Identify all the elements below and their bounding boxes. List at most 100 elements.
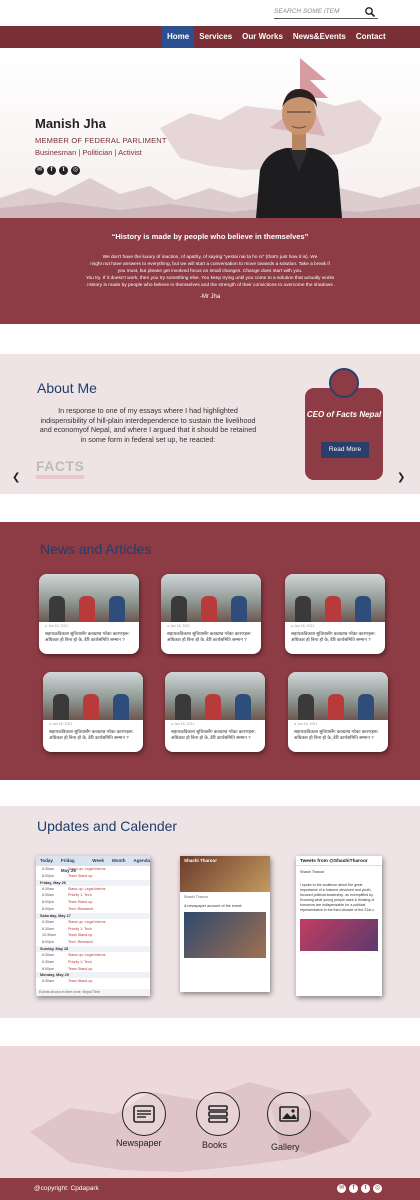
quote-author: -Mr Jha (199, 294, 221, 300)
facts-logo: FACTS (36, 458, 85, 474)
ceo-card: CEO of Facts Nepal Read More (305, 368, 383, 480)
news-card-image (43, 672, 143, 720)
footer-social-links: ✉ f t ◎ (337, 1184, 382, 1193)
calendar-widget[interactable]: Today Friday, May 26 Week Month Agenda 6… (36, 856, 150, 996)
calendar-event-time: 6:30am (42, 926, 54, 931)
calendar-event[interactable]: 8:00pm Tech: Research (36, 906, 150, 913)
news-card-text: सहायकविकाश सुविधासँग करखण्ड गरेका कारणहर… (49, 729, 134, 740)
footer-newspaper-label[interactable]: Newspaper (116, 1138, 162, 1148)
twitter-icon[interactable]: t (59, 166, 68, 175)
nav-news-events[interactable]: News&Events (288, 26, 351, 48)
calendar-date-label: Friday, May 26 (60, 858, 76, 873)
gallery-icon[interactable] (267, 1092, 311, 1136)
calendar-event[interactable]: 6:30am Team Stand-up (36, 978, 150, 985)
calendar-event-time: 6:30am (42, 919, 54, 924)
nav-contact[interactable]: Contact (351, 26, 391, 48)
news-card[interactable]: ● Jan 18, 2021 सहायकविकाश सुविधासँग करखण… (165, 672, 265, 752)
news-card-date: ● Jan 18, 2021 (45, 624, 69, 628)
news-card-text: सहायकविकाश सुविधासँग करखण्ड गरेका कारणहर… (45, 631, 130, 642)
facts-logo-bar (36, 475, 84, 479)
read-more-button[interactable]: Read More (321, 442, 369, 458)
calendar-event-time: 8:00pm (42, 940, 54, 945)
calendar-today-button[interactable]: Today (40, 856, 53, 866)
calendar-event-name: Stand-up: Legal Interns (68, 886, 106, 891)
footer-books-label[interactable]: Books (202, 1140, 227, 1150)
facebook-icon[interactable]: f (349, 1184, 358, 1193)
instagram-icon[interactable]: ◎ (373, 1184, 382, 1193)
about-section: About Me In response to one of my essays… (0, 354, 420, 494)
news-card[interactable]: ● Jan 18, 2021 सहायकविकाश सुविधासँग करखण… (39, 574, 139, 654)
news-card-date: ● Jan 18, 2021 (294, 722, 318, 726)
facebook-post-text: A newspaper account of the event: (184, 904, 243, 908)
nav-our-works[interactable]: Our Works (237, 26, 288, 48)
quote-line: . History is made by people who believe … (84, 283, 336, 288)
nav-services[interactable]: Services (194, 26, 237, 48)
main-nav: Home Services Our Works News&Events Cont… (0, 26, 420, 48)
calendar-event-name: Tech: Research (68, 940, 93, 945)
news-card-text: सहायकविकाश सुविधासँग करखण्ड गरेका कारणहर… (294, 729, 379, 740)
books-icon[interactable] (196, 1092, 240, 1136)
carousel-next-icon[interactable]: ❯ (397, 472, 405, 483)
news-card-text: सहायकविकाश सुविधासँग करखण्ड गरेका कारणहर… (167, 631, 252, 642)
calendar-event[interactable]: 8:00pm Team Stand-up (36, 966, 150, 973)
newspaper-icon[interactable] (122, 1092, 166, 1136)
calendar-event[interactable]: 6:30am Priority 1: Tech (36, 926, 150, 933)
news-card[interactable]: ● Jan 18, 2021 सहायकविकाश सुविधासँग करखण… (161, 574, 261, 654)
carousel-prev-icon[interactable]: ❮ (12, 472, 20, 483)
calendar-event-name: Team Stand-up (68, 900, 93, 905)
news-card[interactable]: ● Jan 18, 2021 सहायकविकाश सुविधासँग करखण… (285, 574, 385, 654)
email-icon[interactable]: ✉ (35, 166, 44, 175)
updates-section: Updates and Calender Today Friday, May 2… (0, 806, 420, 1018)
portrait-photo (256, 88, 342, 218)
news-card[interactable]: ● Jan 18, 2021 सहायकविकाश सुविधासँग करखण… (43, 672, 143, 752)
calendar-month-tab[interactable]: Month (112, 856, 126, 866)
calendar-event-name: Team Stand-up (68, 979, 93, 984)
news-card-image (165, 672, 265, 720)
quote-headline: “History is made by people who believe i… (111, 232, 309, 241)
facebook-page-name: Shashi Tharoor (184, 858, 218, 863)
calendar-agenda-tab[interactable]: Agenda (133, 856, 150, 866)
tweet-author: Shashi Tharoor (300, 870, 325, 874)
calendar-event[interactable]: 6:30am Stand-up: Legal Interns (36, 886, 150, 893)
calendar-week-tab[interactable]: Week (92, 856, 104, 866)
facebook-feed-widget[interactable]: Shashi Tharoor Shashi Tharoor A newspape… (180, 856, 270, 992)
quote-line: might not have answers to everything, bu… (90, 262, 330, 267)
facebook-post-image (184, 912, 266, 958)
hero-social-links: ✉ f t ◎ (35, 166, 80, 175)
calendar-event[interactable]: 6:30am Stand-up: Legal Interns (36, 952, 150, 959)
calendar-event[interactable]: 6:30am Priority 1: Tech (36, 892, 150, 899)
tweet-text: I spoke to the audience about the great … (300, 883, 375, 912)
calendar-agenda-list: 6:30am Stand-up: Legal Interns 8:00pm Team … (36, 866, 150, 985)
quote-line: We don't have the luxury of inaction, of… (102, 255, 318, 260)
about-text: In response to one of my essays where I … (39, 406, 257, 444)
calendar-event[interactable]: 6:30am Priority 1: Tech (36, 959, 150, 966)
twitter-feed-widget[interactable]: Tweets from @ShashiTharoor Shashi Tharoo… (296, 856, 382, 996)
ceo-card-title: CEO of Facts Nepal (306, 410, 382, 419)
footer-gallery-label[interactable]: Gallery (271, 1142, 300, 1152)
calendar-event[interactable]: 8:00pm Team Stand-up (36, 899, 150, 906)
nav-home[interactable]: Home (162, 26, 195, 48)
hero-name: Manish Jha (35, 116, 106, 131)
twitter-icon[interactable]: t (361, 1184, 370, 1193)
news-card-text: सहायकविकाश सुविधासँग करखण्ड गरेका कारणहर… (291, 631, 376, 642)
instagram-icon[interactable]: ◎ (71, 166, 80, 175)
calendar-event-name: Team Stand-up (68, 933, 93, 938)
search-input[interactable] (274, 8, 362, 15)
calendar-event[interactable]: 6:30am Stand-up: Legal Interns (36, 919, 150, 926)
twitter-feed-header: Tweets from @ShashiTharoor (296, 856, 382, 866)
news-card[interactable]: ● Jan 18, 2021 सहायकविकाश सुविधासँग करखण… (288, 672, 388, 752)
calendar-event[interactable]: 10:30am Team Stand-up (36, 932, 150, 939)
calendar-event-time: 10:30am (42, 933, 56, 938)
calendar-event[interactable]: 8:00pm Tech: Research (36, 939, 150, 946)
copyright-text: @copyright: Cpdapark (34, 1185, 99, 1192)
calendar-event[interactable]: 6:30am Stand-up: Legal Interns (36, 866, 150, 873)
top-bar (0, 0, 420, 26)
news-card-text: सहायकविकाश सुविधासँग करखण्ड गरेका कारणहर… (171, 729, 256, 740)
news-section: News and Articles ● Jan 18, 2021 सहायकवि… (0, 522, 420, 780)
calendar-event-name: Priority 1: Tech (68, 926, 92, 931)
email-icon[interactable]: ✉ (337, 1184, 346, 1193)
search-icon[interactable] (364, 6, 376, 18)
facebook-icon[interactable]: f (47, 166, 56, 175)
calendar-event[interactable]: 8:00pm Team Stand-up (36, 873, 150, 880)
tweet-image (300, 919, 378, 951)
